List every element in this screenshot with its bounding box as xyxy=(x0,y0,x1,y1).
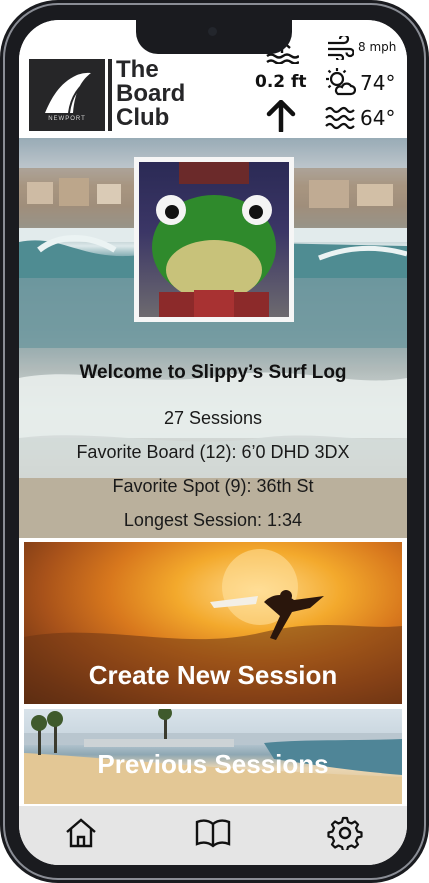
air-temperature: 74° xyxy=(360,71,396,95)
waves-icon xyxy=(325,106,355,130)
stat-sessions: 27 Sessions xyxy=(163,408,263,428)
wind-icon xyxy=(328,36,354,60)
welcome-heading: Welcome to Slippy’s Surf Log xyxy=(79,362,347,383)
logo-line: The xyxy=(116,56,159,83)
logo-mark: NEWPORT xyxy=(29,59,105,131)
stat-longest-session: Longest Session: 1:34 xyxy=(123,510,303,530)
book-icon xyxy=(195,819,231,848)
avatar-image xyxy=(139,162,289,317)
logo-line: Board xyxy=(116,80,186,107)
wind-speed: 8 mph xyxy=(358,40,397,54)
logo-line: Club xyxy=(116,104,170,131)
frog-character-image xyxy=(152,162,276,317)
phone-frame: NEWPORT The Board Club 0.2 ft 8 mph 74° … xyxy=(0,0,429,883)
notch xyxy=(136,20,292,54)
tab-log[interactable] xyxy=(195,816,231,850)
stat-favorite-board: Favorite Board (12): 6’0 DHD 3DX xyxy=(76,442,350,462)
profile-hero: Welcome to Slippy’s Surf Log 27 Sessions… xyxy=(19,138,407,538)
tab-home[interactable] xyxy=(63,816,99,850)
sun-cloud-icon xyxy=(326,68,356,96)
create-new-session-card[interactable]: Create New Session xyxy=(24,542,402,704)
camera xyxy=(208,27,217,36)
tab-settings[interactable] xyxy=(327,816,363,853)
gear-icon xyxy=(327,816,363,853)
fin-logo-icon xyxy=(45,72,92,114)
previous-sessions-card[interactable]: Previous Sessions xyxy=(24,709,402,804)
avatar[interactable] xyxy=(134,157,294,322)
water-temperature: 64° xyxy=(360,106,396,130)
logo-divider xyxy=(108,59,112,131)
tide-height: 0.2 ft xyxy=(255,72,307,92)
create-new-session-label: Create New Session xyxy=(88,660,338,690)
stat-favorite-spot: Favorite Spot (9): 36th St xyxy=(112,476,314,496)
tab-bar xyxy=(19,806,407,865)
logo-subtext: NEWPORT xyxy=(48,116,86,122)
home-icon xyxy=(66,818,96,848)
previous-sessions-label: Previous Sessions xyxy=(97,749,329,779)
arrow-up-icon xyxy=(266,100,296,132)
logo-text: The Board Club xyxy=(116,58,185,130)
app-screen: NEWPORT The Board Club 0.2 ft 8 mph 74° … xyxy=(19,20,407,865)
